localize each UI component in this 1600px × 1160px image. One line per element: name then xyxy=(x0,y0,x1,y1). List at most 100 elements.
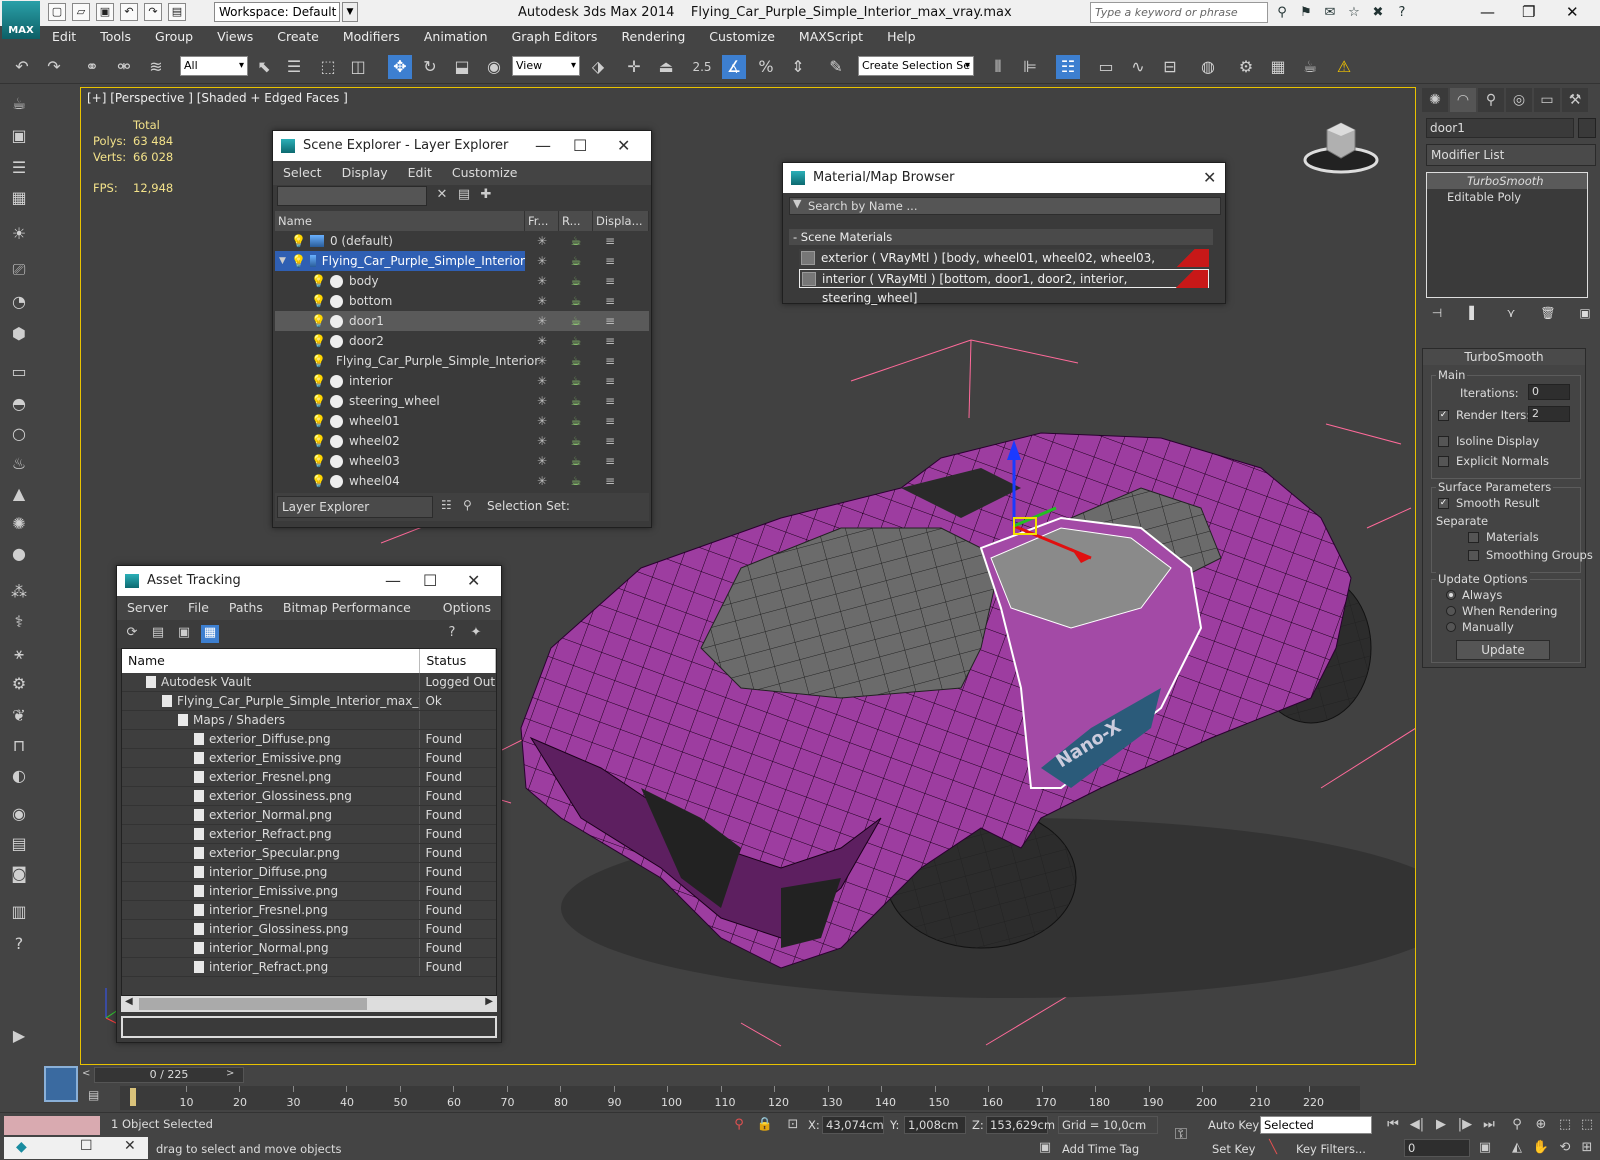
close-icon[interactable]: ✕ xyxy=(1566,3,1579,21)
utilities-tab-icon[interactable]: ⚒ xyxy=(1562,88,1588,112)
time-forward-icon[interactable]: > xyxy=(226,1068,234,1079)
iterations-spinner[interactable]: 0 xyxy=(1528,384,1570,400)
row-name-cell[interactable]: 💡 interior xyxy=(275,371,525,391)
pin-stack-icon[interactable]: ⊣ xyxy=(1426,302,1448,324)
next-frame-icon[interactable]: |▶ xyxy=(1456,1116,1474,1134)
subscription-icon[interactable]: ⚑ xyxy=(1296,3,1316,22)
render-frame-icon[interactable]: ▣ xyxy=(7,124,31,148)
field-of-view-icon[interactable]: ◭ xyxy=(1508,1139,1526,1157)
add-to-layer-icon[interactable]: ✚ xyxy=(477,187,495,205)
gear-icon[interactable]: ⚙ xyxy=(7,672,31,696)
asset-horizontal-scrollbar[interactable]: ◀ ▶ xyxy=(121,996,497,1012)
help-search-input[interactable]: Type a keyword or phrase xyxy=(1090,2,1268,23)
auto-key-button[interactable]: Auto Key xyxy=(1208,1118,1259,1132)
track-bar[interactable]: 10 20 30 40 50 60 70 80 90 100 110 120 130 140 150 160 1… xyxy=(120,1086,1360,1110)
selection-filter-dropdown[interactable]: All xyxy=(180,56,248,76)
select-object-icon[interactable]: ⬉ xyxy=(252,55,276,79)
time-tag-icon[interactable]: ▣ xyxy=(1036,1139,1054,1157)
asset-row[interactable]: interior_Normal.png Found xyxy=(122,939,496,958)
plant-icon[interactable]: ❦ xyxy=(7,704,31,728)
separate-smoothing-groups-checkbox[interactable] xyxy=(1468,550,1479,561)
scene-explorer-row[interactable]: 💡 body ✳ ☕ ≡ xyxy=(275,271,649,291)
configure-sets-icon[interactable]: ▣ xyxy=(1574,302,1596,324)
scroll-right-icon[interactable]: ▶ xyxy=(485,996,493,1007)
bind-to-space-warp-icon[interactable]: ≋ xyxy=(144,55,168,79)
separate-materials-checkbox[interactable] xyxy=(1468,532,1479,543)
column-status[interactable]: Status xyxy=(420,649,496,673)
named-selection-set-dropdown[interactable]: Create Selection Se xyxy=(858,56,974,76)
row-name-cell[interactable]: 💡 steering_wheel xyxy=(275,391,525,411)
explicit-normals-checkbox[interactable] xyxy=(1438,456,1449,467)
menu-select[interactable]: Select xyxy=(273,161,332,185)
scene-explorer-row[interactable]: 💡 door2 ✳ ☕ ≡ xyxy=(275,331,649,351)
select-and-manipulate-icon[interactable]: ✛ xyxy=(622,55,646,79)
redo-icon[interactable]: ↷ xyxy=(42,55,66,79)
scene-explorer-filter-input[interactable] xyxy=(277,186,427,206)
display-mode-icon[interactable]: ≡ xyxy=(593,434,627,448)
box-icon[interactable]: ▭ xyxy=(7,360,31,384)
column-name[interactable]: Name xyxy=(122,649,421,673)
asset-row[interactable]: Autodesk Vault Logged Out ... xyxy=(122,673,496,692)
material-item-exterior[interactable]: exterior ( VRayMtl ) [body, wheel01, whe… xyxy=(799,249,1209,284)
display-mode-icon[interactable]: ≡ xyxy=(593,454,627,468)
row-name-cell[interactable]: 💡 0 (default) xyxy=(275,231,525,251)
rectangular-selection-icon[interactable]: ⬚ xyxy=(316,55,340,79)
scene-explorer-row[interactable]: 💡 steering_wheel ✳ ☕ ≡ xyxy=(275,391,649,411)
scene-explorer-row[interactable]: 💡 interior ✳ ☕ ≡ xyxy=(275,371,649,391)
zoom-all-icon[interactable]: ⊕ xyxy=(1532,1116,1550,1134)
asset-path-input[interactable] xyxy=(121,1016,497,1038)
light-bulb-icon[interactable]: 💡 xyxy=(311,474,326,488)
expand-toggle-icon[interactable]: ▼ xyxy=(279,256,286,266)
asset-row[interactable]: exterior_Specular.png Found xyxy=(122,844,496,863)
display-mode-icon[interactable]: ≡ xyxy=(593,314,627,328)
display-mode-icon[interactable]: ≡ xyxy=(593,274,627,288)
previous-frame-icon[interactable]: ◀| xyxy=(1408,1116,1426,1134)
go-to-end-icon[interactable]: ⏭ xyxy=(1480,1116,1498,1134)
x-coordinate-field[interactable]: 43,074cm xyxy=(822,1116,884,1134)
time-slider[interactable]: < 0 / 225 > xyxy=(80,1066,1416,1084)
expand-arrow-icon[interactable]: ▶ xyxy=(7,1024,31,1048)
freeze-icon[interactable]: ✳ xyxy=(525,254,559,268)
cone-icon[interactable]: ▲ xyxy=(7,482,31,506)
menu-options[interactable]: Options xyxy=(433,596,501,620)
freeze-icon[interactable]: ✳ xyxy=(525,474,559,488)
freeze-icon[interactable]: ✳ xyxy=(525,234,559,248)
renderable-teapot-icon[interactable]: ☕ xyxy=(559,254,593,268)
row-name-cell[interactable]: 💡 body xyxy=(275,271,525,291)
unlink-icon[interactable]: ⚮ xyxy=(112,55,136,79)
asset-row[interactable]: exterior_Normal.png Found xyxy=(122,806,496,825)
select-and-move-icon[interactable]: ✥ xyxy=(388,55,412,79)
selection-lock-icon[interactable]: 🔒 xyxy=(756,1116,774,1134)
set-key-button[interactable]: Set Key xyxy=(1212,1142,1255,1156)
save-icon[interactable]: ▣ xyxy=(96,3,114,21)
select-and-link-icon[interactable]: ⚭ xyxy=(80,55,104,79)
minimize-icon[interactable]: — xyxy=(1480,3,1495,21)
pin-icon[interactable]: ✦ xyxy=(467,625,485,643)
material-editor-icon[interactable]: ◍ xyxy=(1196,55,1220,79)
new-layer-icon[interactable]: ▤ xyxy=(455,187,473,205)
scene-materials-section[interactable]: - Scene Materials xyxy=(789,229,1213,245)
z-coordinate-field[interactable]: 153,629cm xyxy=(986,1116,1055,1134)
favorites-star-icon[interactable]: ☆ xyxy=(1344,3,1364,22)
scrollbar-thumb[interactable] xyxy=(139,998,367,1010)
smooth-result-checkbox[interactable]: ✓ xyxy=(1438,498,1449,509)
object-color-swatch[interactable] xyxy=(1578,118,1596,138)
row-name-cell[interactable]: 💡 wheel04 xyxy=(275,471,525,491)
select-and-rotate-icon[interactable]: ↻ xyxy=(418,55,442,79)
menu-modifiers[interactable]: Modifiers xyxy=(331,26,412,48)
light-bulb-icon[interactable]: 💡 xyxy=(311,454,326,468)
light-bulb-icon[interactable]: ◐ xyxy=(7,764,31,788)
display-mode-icon[interactable]: ≡ xyxy=(593,414,627,428)
asset-row[interactable]: interior_Refract.png Found xyxy=(122,958,496,977)
scroll-left-icon[interactable]: ◀ xyxy=(125,996,133,1007)
menu-paths[interactable]: Paths xyxy=(219,596,273,620)
render-icon[interactable]: ▤ xyxy=(7,832,31,856)
freeze-icon[interactable]: ✳ xyxy=(525,394,559,408)
column-display[interactable]: Displa... xyxy=(593,211,649,231)
freeze-icon[interactable]: ✳ xyxy=(525,434,559,448)
layer-manager-icon[interactable]: ☷ xyxy=(1056,55,1080,79)
asset-row[interactable]: interior_Glossiness.png Found xyxy=(122,920,496,939)
maximize-icon[interactable]: ☐ xyxy=(573,131,587,161)
key-icon[interactable]: ⚿ xyxy=(1172,1125,1190,1143)
display-mode-icon[interactable]: ≡ xyxy=(593,234,627,248)
